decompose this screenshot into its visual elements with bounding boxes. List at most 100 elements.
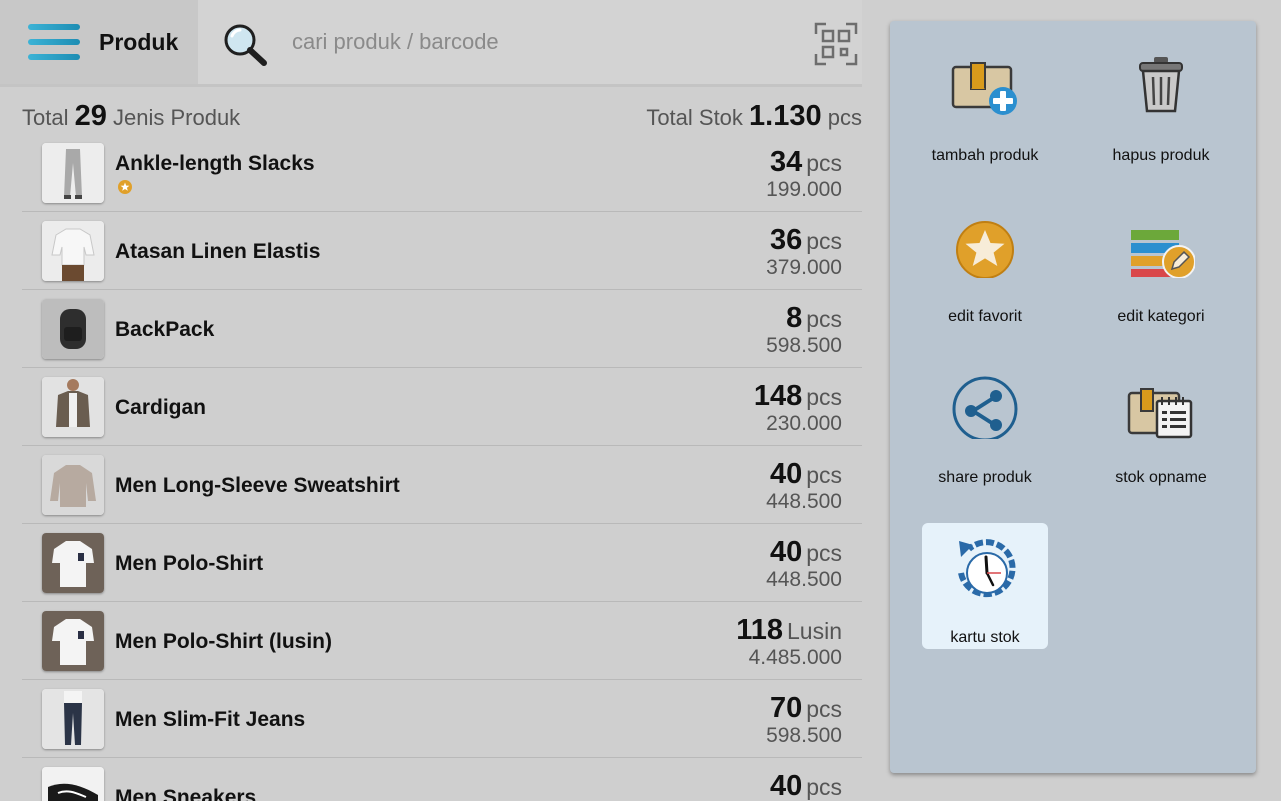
delete-product-button[interactable]: hapus produk	[1098, 41, 1224, 167]
stock-total-value: 1.130	[749, 100, 822, 132]
delete-product-label: hapus produk	[1112, 147, 1210, 164]
favorite-star-icon	[118, 180, 132, 194]
stock-card-button[interactable]: kartu stok	[922, 523, 1048, 649]
edit-favorite-label: edit favorit	[948, 308, 1022, 325]
product-list: Ankle-length Slacks 34 pcs 199.000 Atasan…	[22, 134, 862, 801]
product-row[interactable]: Men Polo-Shirt (lusin) 118 Lusin 4.485.00…	[22, 602, 862, 680]
share-product-button[interactable]: share produk	[922, 363, 1048, 489]
stock-card-label: kartu stok	[950, 629, 1020, 646]
product-actions-panel: tambah produk hapus produk edit favorit	[890, 21, 1256, 773]
stock-qty: 40	[769, 458, 803, 490]
stock-unit: pcs	[806, 540, 842, 566]
stock-unit: pcs	[806, 462, 842, 488]
stock-qty: 36	[769, 224, 803, 256]
top-bar: Produk	[0, 0, 862, 87]
star-icon	[951, 210, 1019, 279]
product-stock: 148 pcs	[754, 380, 842, 413]
hamburger-menu-icon[interactable]	[28, 24, 80, 64]
stock-card-clock-icon	[951, 531, 1019, 599]
product-thumbnail	[42, 299, 104, 359]
edit-category-button[interactable]: edit kategori	[1098, 202, 1224, 328]
product-stock: 34 pcs	[770, 146, 842, 179]
product-row[interactable]: Men Slim-Fit Jeans 70 pcs 598.500	[22, 680, 862, 758]
product-thumbnail	[42, 221, 104, 281]
product-count-summary: Total 29 Jenis Produk	[22, 100, 240, 133]
search-input[interactable]	[292, 24, 792, 60]
product-name: Men Long-Sleeve Sweatshirt	[115, 474, 400, 497]
product-name: Atasan Linen Elastis	[115, 240, 321, 263]
page-title: Produk	[99, 29, 179, 55]
product-stock: 70 pcs	[770, 692, 842, 725]
stock-unit: pcs	[806, 384, 842, 410]
stock-total-unit: pcs	[827, 105, 862, 130]
menu-area: Produk	[0, 0, 198, 84]
stock-qty: 40	[769, 536, 803, 568]
stock-unit: pcs	[806, 774, 842, 800]
total-label: Total	[22, 105, 69, 130]
stock-qty: 40	[769, 770, 803, 801]
product-row[interactable]: Ankle-length Slacks 34 pcs 199.000	[22, 134, 862, 212]
product-summary: Total 29 Jenis Produk Total Stok 1.130 p…	[22, 98, 862, 134]
stock-qty: 70	[769, 692, 803, 724]
stock-summary: Total Stok 1.130 pcs	[646, 100, 862, 133]
stock-unit: pcs	[806, 150, 842, 176]
edit-category-label: edit kategori	[1117, 308, 1205, 325]
product-row[interactable]: Men Polo-Shirt 40 pcs 448.500	[22, 524, 862, 602]
product-name: BackPack	[115, 318, 215, 341]
product-stock: 36 pcs	[770, 224, 842, 257]
product-name: Men Slim-Fit Jeans	[115, 708, 306, 731]
product-stock: 118 Lusin	[736, 614, 842, 647]
product-row[interactable]: BackPack 8 pcs 598.500	[22, 290, 862, 368]
product-thumbnail	[42, 377, 104, 437]
product-stock: 40 pcs	[770, 458, 842, 491]
stock-qty: 8	[786, 302, 803, 334]
stock-qty: 118	[736, 614, 784, 646]
product-stock: 8 pcs	[786, 302, 842, 335]
stock-unit: pcs	[806, 228, 842, 254]
product-price: 598.500	[766, 334, 842, 357]
barcode-scan-icon[interactable]	[812, 20, 860, 68]
product-row[interactable]: Atasan Linen Elastis 36 pcs 379.000	[22, 212, 862, 290]
total-product-count: 29	[74, 100, 107, 132]
product-stock: 40 pcs	[770, 536, 842, 569]
stock-qty: 148	[753, 380, 803, 412]
product-price: 448.500	[766, 490, 842, 513]
add-product-icon	[951, 49, 1019, 117]
product-row[interactable]: Cardigan 148 pcs 230.000	[22, 368, 862, 446]
product-name: Ankle-length Slacks	[115, 152, 315, 175]
stock-opname-button[interactable]: stok opname	[1098, 363, 1224, 489]
product-stock: 40 pcs	[770, 770, 842, 801]
product-name: Men Polo-Shirt (lusin)	[115, 630, 332, 653]
total-product-suffix: Jenis Produk	[113, 105, 241, 130]
product-name: Men Sneakers	[115, 786, 257, 801]
product-thumbnail	[42, 767, 104, 801]
product-name: Men Polo-Shirt	[115, 552, 264, 575]
category-edit-icon	[1127, 210, 1196, 279]
stock-qty: 34	[769, 146, 803, 178]
product-price: 199.000	[766, 178, 842, 201]
product-price: 379.000	[766, 256, 842, 279]
search-icon[interactable]	[220, 20, 272, 68]
add-product-label: tambah produk	[931, 147, 1039, 164]
stock-opname-label: stok opname	[1115, 469, 1207, 486]
product-thumbnail	[42, 455, 104, 515]
product-price: 598.500	[766, 724, 842, 747]
stock-unit: pcs	[806, 306, 842, 332]
share-icon	[951, 371, 1019, 442]
product-row[interactable]: Men Sneakers 40 pcs	[22, 758, 862, 801]
product-price: 230.000	[766, 412, 842, 435]
product-thumbnail	[42, 689, 104, 749]
stock-unit: pcs	[806, 696, 842, 722]
stock-total-label: Total Stok	[646, 105, 743, 130]
trash-icon	[1127, 49, 1195, 117]
product-name: Cardigan	[115, 396, 207, 419]
product-thumbnail	[42, 143, 104, 203]
product-price: 448.500	[766, 568, 842, 591]
share-product-label: share produk	[938, 469, 1032, 486]
edit-favorite-button[interactable]: edit favorit	[922, 202, 1048, 328]
stock-opname-icon	[1127, 371, 1195, 439]
add-product-button[interactable]: tambah produk	[922, 41, 1048, 167]
product-thumbnail	[42, 611, 104, 671]
product-price: 4.485.000	[748, 646, 842, 669]
product-row[interactable]: Men Long-Sleeve Sweatshirt 40 pcs 448.500	[22, 446, 862, 524]
